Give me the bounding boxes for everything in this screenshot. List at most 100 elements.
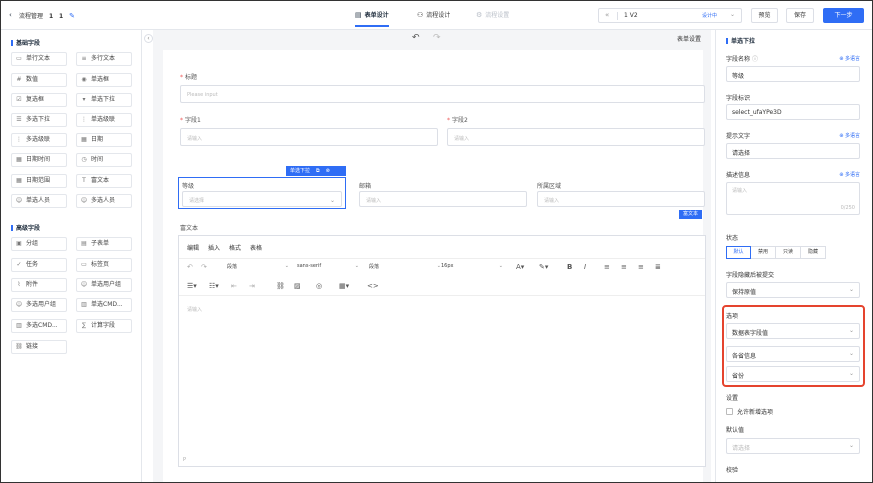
palette-item-subform[interactable]: ▤ 子表单 bbox=[76, 237, 132, 251]
block-format-select[interactable]: 段落 ⌄ bbox=[227, 263, 289, 270]
preview-button[interactable]: 预览 bbox=[751, 8, 778, 23]
palette-item-single-usergroup[interactable]: ☺ 单选用户组 bbox=[76, 278, 132, 292]
options-field-select[interactable]: 省份 ⌄ bbox=[726, 366, 860, 382]
options-table-select[interactable]: 各省信息 ⌄ bbox=[726, 346, 860, 362]
image-icon[interactable]: ▨ bbox=[294, 282, 301, 290]
state-option-default[interactable]: 默认 bbox=[726, 246, 751, 259]
palette-item-task[interactable]: ✓ 任务 bbox=[11, 258, 67, 272]
palette-item-tabs[interactable]: ▭ 标签页 bbox=[76, 258, 132, 272]
state-option-hidden[interactable]: 隐藏 bbox=[800, 246, 826, 259]
palette-item-multi-cascader[interactable]: ⋮ 多选级联 bbox=[11, 133, 67, 147]
back-arrow-icon[interactable]: « bbox=[605, 11, 609, 19]
menu-table[interactable]: 表格 bbox=[250, 245, 262, 252]
tab-form-design[interactable]: ▤ 表单设计 bbox=[355, 10, 389, 27]
selected-field-tag[interactable]: 单选下拉 ⧉ ⊗ bbox=[286, 166, 346, 176]
region-field-label: 所属区域 bbox=[537, 183, 562, 190]
email-input[interactable]: 请输入 bbox=[359, 191, 527, 207]
palette-item-select[interactable]: ▾ 单选下拉 bbox=[76, 93, 132, 107]
field-name-input[interactable]: 等级 bbox=[726, 66, 860, 82]
palette-item-group[interactable]: ▣ 分组 bbox=[11, 237, 67, 251]
description-textarea[interactable]: 请输入 0/250 bbox=[726, 182, 860, 215]
multilang-link[interactable]: ⊕ 多语言 bbox=[839, 171, 860, 178]
font-size-select[interactable]: 16px ⌄ bbox=[441, 263, 503, 269]
chevron-left-icon[interactable]: ‹ bbox=[9, 11, 12, 19]
code-icon[interactable]: <> bbox=[367, 282, 379, 290]
palette-item-multi-text[interactable]: ≡ 多行文本 bbox=[76, 52, 132, 66]
palette-item-multi-usergroup[interactable]: ☺ 多选用户组 bbox=[11, 298, 67, 312]
palette-item-rich-text[interactable]: T 富文本 bbox=[76, 174, 132, 188]
breadcrumb-label[interactable]: 流程管理 bbox=[19, 13, 43, 20]
palette-item-single-cmdb[interactable]: ▥ 单选CMD... bbox=[76, 298, 132, 312]
align-justify-icon[interactable]: ≣ bbox=[655, 263, 661, 271]
outdent-icon[interactable]: ⇤ bbox=[231, 282, 237, 290]
help-icon[interactable]: ⓘ bbox=[752, 56, 758, 63]
align-center-icon[interactable]: ≡ bbox=[621, 263, 627, 271]
palette-item-date-range[interactable]: ▦ 日期范围 bbox=[11, 174, 67, 188]
next-step-button[interactable]: 下一步 bbox=[823, 8, 864, 23]
hidden-submit-label: 字段隐藏后被提交 bbox=[726, 272, 775, 279]
state-option-disabled[interactable]: 禁用 bbox=[750, 246, 776, 259]
hidden-submit-select[interactable]: 保持原值 ⌄ bbox=[726, 282, 860, 298]
palette-item-attachment[interactable]: ⌇ 附件 bbox=[11, 278, 67, 292]
undo-icon[interactable]: ↶ bbox=[412, 33, 420, 43]
table-icon[interactable]: ▦▾ bbox=[339, 282, 349, 290]
palette-item-computed[interactable]: ∑ 计算字段 bbox=[76, 319, 132, 333]
rich-text-field-tag[interactable]: 富文本 bbox=[679, 210, 702, 219]
region-input[interactable]: 请输入 bbox=[537, 191, 705, 207]
checkbox-box[interactable] bbox=[726, 408, 733, 415]
highlight-icon[interactable]: ✎▾ bbox=[539, 263, 548, 271]
link-icon[interactable]: ⛓ bbox=[276, 282, 285, 290]
field2-input[interactable]: 请输入 bbox=[447, 128, 705, 146]
menu-edit[interactable]: 编辑 bbox=[187, 245, 199, 252]
field-id-input[interactable]: select_ufaYPe3D bbox=[726, 104, 860, 120]
multilang-link[interactable]: ⊕ 多语言 bbox=[839, 55, 860, 62]
version-select[interactable]: « 1 V2 设计中 ⌄ bbox=[598, 8, 742, 23]
field1-input[interactable]: 请输入 bbox=[180, 128, 438, 146]
rich-text-editor[interactable]: 编辑 插入 格式 表格 ↶ ↷ 段落 ⌄ sans-serif ⌄ 段落 ⌄ 16px ⌄ A… bbox=[178, 235, 706, 467]
hint-text-input[interactable]: 请选择 bbox=[726, 143, 860, 159]
form-settings-link[interactable]: 表单设置 bbox=[677, 34, 701, 43]
numbered-list-icon[interactable]: ☷▾ bbox=[209, 282, 219, 290]
palette-item-link[interactable]: ⛓ 链接 bbox=[11, 340, 67, 354]
palette-item-single-user[interactable]: ☺ 单选人员 bbox=[11, 194, 67, 208]
palette-item-single-text[interactable]: ▭ 单行文本 bbox=[11, 52, 67, 66]
menu-insert[interactable]: 插入 bbox=[208, 245, 220, 252]
palette-item-multi-select[interactable]: ☰ 多选下拉 bbox=[11, 113, 67, 127]
state-option-readonly[interactable]: 只读 bbox=[775, 246, 801, 259]
edit-icon[interactable]: ✎ bbox=[69, 12, 75, 20]
palette-item-date[interactable]: ▦ 日期 bbox=[76, 133, 132, 147]
font-family-select[interactable]: sans-serif ⌄ bbox=[297, 263, 359, 269]
tab-flow-design[interactable]: ⚇ 流程设计 bbox=[417, 10, 450, 19]
collapse-panel-button[interactable]: ‹ bbox=[144, 34, 153, 43]
priority-select[interactable]: 请选择 ⌄ bbox=[182, 191, 342, 207]
redo-icon[interactable]: ↷ bbox=[201, 263, 207, 271]
media-icon[interactable]: ◎ bbox=[316, 282, 322, 290]
title-input[interactable]: Please input bbox=[180, 85, 705, 103]
save-button[interactable]: 保存 bbox=[786, 8, 814, 23]
undo-icon[interactable]: ↶ bbox=[187, 263, 193, 271]
palette-item-time[interactable]: ◷ 时间 bbox=[76, 153, 132, 167]
paragraph-select[interactable]: 段落 ⌄ bbox=[369, 263, 441, 270]
multilang-link[interactable]: ⊕ 多语言 bbox=[839, 132, 860, 139]
indent-icon[interactable]: ⇥ bbox=[249, 282, 255, 290]
palette-item-multi-cmdb[interactable]: ▥ 多选CMD... bbox=[11, 319, 67, 333]
copy-icon[interactable]: ⧉ bbox=[316, 168, 320, 174]
align-right-icon[interactable]: ≡ bbox=[638, 263, 644, 271]
bold-icon[interactable]: B bbox=[567, 263, 572, 271]
palette-item-radio[interactable]: ◉ 单选框 bbox=[76, 73, 132, 87]
bullet-list-icon[interactable]: ☰▾ bbox=[187, 282, 197, 290]
delete-icon[interactable]: ⊗ bbox=[326, 168, 330, 174]
palette-item-cascader[interactable]: ⋮ 单选级联 bbox=[76, 113, 132, 127]
palette-item-checkbox[interactable]: ☑ 复选框 bbox=[11, 93, 67, 107]
allow-new-option-checkbox[interactable]: 允许新增选项 bbox=[726, 407, 773, 416]
options-source-select[interactable]: 数据表字段值 ⌄ bbox=[726, 323, 860, 339]
align-left-icon[interactable]: ≡ bbox=[604, 263, 610, 271]
status-badge: 设计中 bbox=[702, 13, 718, 19]
palette-item-multi-user[interactable]: ☺ 多选人员 bbox=[76, 194, 132, 208]
italic-icon[interactable]: I bbox=[584, 263, 586, 271]
palette-item-datetime[interactable]: ▦ 日期时间 bbox=[11, 153, 67, 167]
palette-item-number[interactable]: # 数值 bbox=[11, 73, 67, 87]
text-color-icon[interactable]: A▾ bbox=[516, 263, 524, 271]
menu-format[interactable]: 格式 bbox=[229, 245, 241, 252]
default-value-select[interactable]: 请选择 ⌄ bbox=[726, 438, 860, 454]
